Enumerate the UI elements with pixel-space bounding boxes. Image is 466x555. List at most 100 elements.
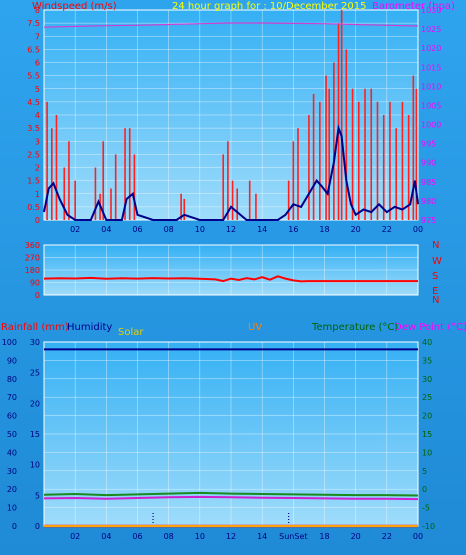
direction-y-tick-label: 90 — [30, 279, 40, 288]
temperature-y-tick-label: 25 — [422, 393, 432, 402]
direction-y-tick-label: 270 — [25, 254, 40, 263]
humidity-y-tick-label: 90 — [7, 356, 17, 365]
climate-x-tick-label: 12 — [226, 532, 236, 541]
humidity-y-tick-label: 60 — [7, 412, 17, 421]
graph-window: 0 0.5 1 1.5 2 2.5 3 3.5 4 4.5 5 5.5 6 6.5 7 7.5 8 975 980 9… — [0, 0, 466, 555]
chart-title: 24 hour graph for : 10/December 2015 — [172, 1, 367, 12]
humidity-y-tick-label: 70 — [7, 393, 17, 402]
wind-x-tick-label: 12 — [226, 225, 236, 234]
wind-y-tick-label: 1.5 — [27, 177, 40, 186]
climate-x-tick-label: 00 — [413, 532, 423, 541]
temperature-y-tick-label: -10 — [422, 522, 435, 531]
temperature-y-tick-label: 30 — [422, 375, 432, 384]
humidity-y-tick-label: 20 — [7, 485, 17, 494]
solar-y-tick-label: 20 — [30, 399, 40, 408]
climate-x-tick-label: 06 — [132, 532, 142, 541]
direction-y-tick-label: 180 — [25, 266, 40, 275]
climate-x-tick-label: SunSet — [279, 532, 307, 541]
barometer-tick-label: 990 — [421, 159, 436, 168]
barometer-tick-label: 1025 — [421, 25, 441, 34]
humidity-axis-label: Humidity — [67, 322, 112, 333]
wind-x-tick-label: 10 — [195, 225, 205, 234]
climate-x-tick-label: 04 — [101, 532, 111, 541]
wind-x-tick-label: 02 — [70, 225, 80, 234]
wind-x-tick-label: 08 — [164, 225, 174, 234]
wind-y-tick-label: 7.5 — [27, 19, 40, 28]
humidity-y-tick-label: 50 — [7, 430, 17, 439]
wind-y-tick-label: 4.5 — [27, 98, 40, 107]
compass-w: W — [432, 256, 442, 267]
wind-x-tick-label: 16 — [288, 225, 298, 234]
climate-x-tick-label: 14 — [257, 532, 267, 541]
solar-y-tick-label: 15 — [30, 430, 40, 439]
dewpoint-axis-label: Dew Point (°C) — [394, 322, 466, 333]
windspeed-axis-label: Windspeed (m/s) — [32, 1, 117, 12]
barometer-tick-label: 980 — [421, 197, 436, 206]
humidity-y-tick-label: 0 — [12, 522, 17, 531]
temperature-y-tick-label: 40 — [422, 338, 432, 347]
wind-x-tick-label: 14 — [257, 225, 267, 234]
solar-y-tick-label: 0 — [35, 522, 40, 531]
barometer-tick-label: 1010 — [421, 82, 441, 91]
temperature-y-tick-label: -5 — [422, 504, 430, 513]
barometer-axis-label: Barometer (hpa) — [372, 1, 455, 12]
barometer-tick-label: 1000 — [421, 121, 441, 130]
temperature-y-tick-label: 20 — [422, 412, 432, 421]
climate-x-tick-label: 08 — [164, 532, 174, 541]
wind-y-tick-label: 3 — [35, 137, 40, 146]
wind-x-tick-label: 20 — [351, 225, 361, 234]
direction-y-tick-label: 0 — [35, 291, 40, 300]
solar-y-tick-label: 5 — [35, 491, 40, 500]
wind-y-tick-label: 2 — [35, 164, 40, 173]
humidity-y-tick-label: 40 — [7, 448, 17, 457]
climate-x-tick-label: 22 — [382, 532, 392, 541]
temperature-y-tick-label: 15 — [422, 430, 432, 439]
direction-axis-ticks: 0 90 180 270 360 — [25, 241, 40, 300]
compass-n-top: N — [432, 240, 439, 251]
barometer-tick-label: 995 — [421, 140, 436, 149]
temperature-y-tick-label: 10 — [422, 448, 432, 457]
barometer-tick-label: 1020 — [421, 44, 441, 53]
wind-y-tick-label: 6.5 — [27, 45, 40, 54]
barometer-tick-label: 1005 — [421, 101, 441, 110]
temperature-y-tick-label: 35 — [422, 356, 432, 365]
weather-chart: 00.511.522.533.544.555.566.577.589759809… — [1, 1, 466, 541]
uv-axis-label: UV — [248, 322, 262, 333]
barometer-tick-label: 985 — [421, 178, 436, 187]
barometer-tick-label: 1015 — [421, 63, 441, 72]
solar-axis-label: Solar — [118, 327, 144, 338]
climate-x-tick-label: 20 — [351, 532, 361, 541]
direction-y-tick-label: 360 — [25, 241, 40, 250]
wind-y-tick-label: 5.5 — [27, 72, 40, 81]
wind-y-tick-label: 3.5 — [27, 124, 40, 133]
wind-x-tick-label: 18 — [319, 225, 329, 234]
wind-y-tick-label: 0.5 — [27, 203, 40, 212]
temperature-axis-label: Temperature (°C) — [311, 322, 398, 333]
rainfall-axis-label: Rainfall (mm) — [1, 322, 69, 333]
compass-s: S — [432, 271, 438, 282]
solar-y-tick-label: 30 — [30, 338, 40, 347]
wind-x-tick-label: 22 — [382, 225, 392, 234]
wind-x-tick-label: 06 — [132, 225, 142, 234]
wind-y-tick-label: 4 — [35, 111, 40, 120]
humidity-y-tick-label: 80 — [7, 375, 17, 384]
wind-y-tick-label: 1 — [35, 190, 40, 199]
wind-x-tick-label: 00 — [413, 225, 423, 234]
climate-x-tick-label: 18 — [319, 532, 329, 541]
barometer-tick-label: 975 — [421, 216, 436, 225]
wind-y-tick-label: 0 — [35, 216, 40, 225]
wind-y-tick-label: 2.5 — [27, 150, 40, 159]
wind-y-tick-label: 7 — [35, 32, 40, 41]
climate-x-tick-label: 02 — [70, 532, 80, 541]
humidity-y-tick-label: 100 — [2, 338, 17, 347]
temperature-y-tick-label: 0 — [422, 485, 427, 494]
wind-y-tick-label: 5 — [35, 85, 40, 94]
compass-n-bottom: N — [432, 295, 439, 306]
temperature-y-tick-label: 5 — [422, 467, 427, 476]
humidity-y-tick-label: 10 — [7, 504, 17, 513]
solar-y-tick-label: 10 — [30, 461, 40, 470]
humidity-y-tick-label: 30 — [7, 467, 17, 476]
wind-y-tick-label: 6 — [35, 59, 40, 68]
wind-x-tick-label: 04 — [101, 225, 111, 234]
climate-x-tick-label: 10 — [195, 532, 205, 541]
